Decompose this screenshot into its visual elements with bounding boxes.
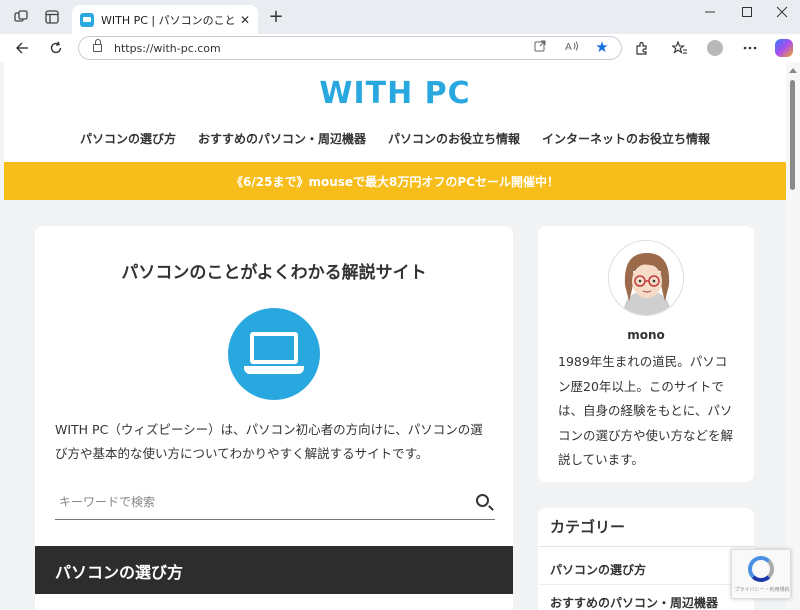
tab-title: WITH PC | パソコンのことがよくわかる解説サイト: [101, 13, 236, 27]
close-window-icon[interactable]: [772, 6, 792, 22]
section-header: パソコンの選び方: [35, 546, 513, 594]
recaptcha-icon: [748, 556, 774, 582]
recaptcha-badge[interactable]: プライバシー・利用規約: [731, 549, 791, 599]
more-options-icon[interactable]: [740, 38, 760, 58]
minimize-icon[interactable]: [700, 6, 720, 22]
page-scrollbar[interactable]: [786, 62, 800, 610]
profile-card: mono 1989年生まれの道民。パソコン歴20年以上。このサイトでは、自身の経…: [538, 226, 754, 482]
section-content: [35, 594, 513, 610]
web-page: WITH PC パソコンの選び方 おすすめのパソコン・周辺機器 パソコンのお役立…: [4, 62, 786, 610]
recaptcha-text[interactable]: プライバシー・利用規約: [734, 586, 790, 593]
author-bio: 1989年生まれの道民。パソコン歴20年以上。このサイトでは、自身の経験をもとに…: [558, 354, 734, 467]
address-bar[interactable]: https://with-pc.com A ★: [78, 36, 622, 60]
nav-link-internet-tips[interactable]: インターネットのお役立ち情報: [542, 130, 710, 147]
scroll-thumb[interactable]: [790, 80, 795, 190]
address-toolbar: https://with-pc.com A ★: [0, 34, 800, 62]
category-separator: [538, 584, 754, 585]
intro-text: WITH PC（ウィズピーシー）は、パソコン初心者の方向けに、パソコンの選び方や…: [55, 422, 483, 461]
favorites-icon[interactable]: [670, 38, 690, 58]
browser-tab-active[interactable]: WITH PC | パソコンのことがよくわかる解説サイト ✕: [72, 5, 258, 34]
nav-link-choose-pc[interactable]: パソコンの選び方: [80, 130, 176, 147]
intro-card: パソコンのことがよくわかる解説サイト WITH PC（ウィズピーシー）は、パソコ…: [35, 226, 513, 556]
nav-link-pc-tips[interactable]: パソコンのお役立ち情報: [388, 130, 520, 147]
category-heading: カテゴリー: [550, 518, 626, 536]
author-avatar: [608, 240, 684, 316]
category-item-recommended[interactable]: おすすめのパソコン・周辺機器: [550, 594, 718, 610]
search-input[interactable]: [55, 490, 455, 514]
workspaces-icon[interactable]: [11, 7, 31, 27]
search-icon[interactable]: [476, 494, 489, 507]
site-favicon-icon: [80, 12, 94, 27]
svg-text:A: A: [565, 42, 572, 52]
extensions-icon[interactable]: [632, 38, 652, 58]
favorite-star-icon[interactable]: ★: [593, 38, 611, 56]
search-form: [55, 484, 495, 520]
category-card: カテゴリー パソコンの選び方 おすすめのパソコン・周辺機器: [538, 508, 754, 610]
category-item-choose-pc[interactable]: パソコンの選び方: [550, 561, 646, 578]
url-text[interactable]: https://with-pc.com: [114, 42, 221, 55]
back-arrow-icon[interactable]: [12, 38, 32, 58]
author-name: mono: [627, 328, 665, 342]
read-aloud-icon[interactable]: A: [563, 40, 581, 55]
site-header: WITH PC パソコンの選び方 おすすめのパソコン・周辺機器 パソコンのお役立…: [4, 62, 786, 162]
category-divider: [538, 546, 754, 547]
lock-icon[interactable]: [93, 39, 102, 52]
tab-bar: WITH PC | パソコンのことがよくわかる解説サイト ✕ +: [0, 0, 800, 34]
open-in-app-icon[interactable]: [531, 40, 549, 55]
laptop-icon: [228, 308, 320, 400]
sale-banner[interactable]: 《6/25まで》mouseで最大8万円オフのPCセール開催中！: [4, 162, 786, 200]
global-nav: パソコンの選び方 おすすめのパソコン・周辺機器 パソコンのお役立ち情報 インター…: [4, 130, 786, 147]
refresh-icon[interactable]: [46, 38, 66, 58]
profile-icon[interactable]: [705, 38, 725, 58]
new-tab-button[interactable]: +: [266, 7, 286, 27]
nav-link-recommended[interactable]: おすすめのパソコン・周辺機器: [198, 130, 366, 147]
maximize-icon[interactable]: [737, 6, 757, 22]
tab-actions-icon[interactable]: [42, 7, 62, 27]
page-title: パソコンのことがよくわかる解説サイト: [121, 263, 427, 283]
section-title: パソコンの選び方: [55, 563, 184, 582]
sale-banner-text[interactable]: 《6/25まで》mouseで最大8万円オフのPCセール開催中！: [231, 173, 559, 190]
scroll-up-icon[interactable]: [789, 68, 797, 73]
site-logo[interactable]: WITH PC: [4, 76, 786, 111]
tab-close-icon[interactable]: ✕: [240, 13, 250, 27]
copilot-icon[interactable]: [774, 38, 794, 58]
